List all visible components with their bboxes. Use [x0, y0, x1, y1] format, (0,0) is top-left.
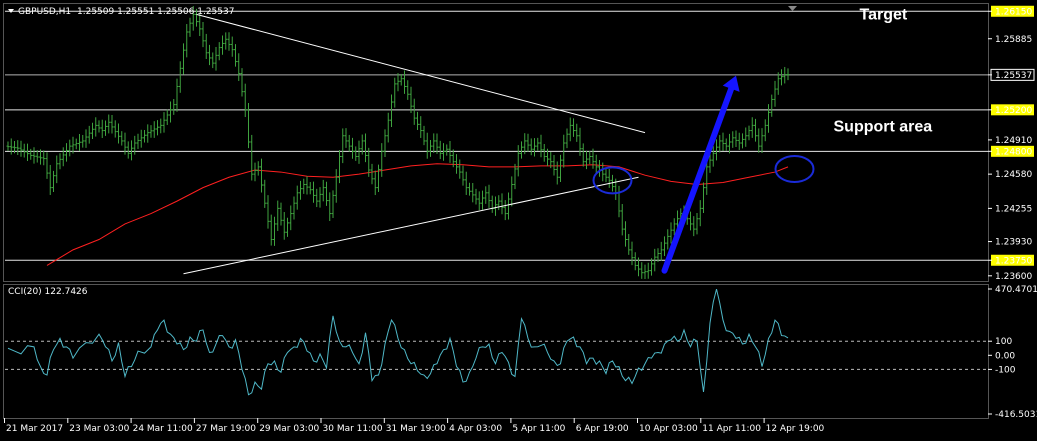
- price-tick-label: 1.24910: [995, 136, 1032, 146]
- cci-tick-label: 100: [995, 337, 1012, 347]
- cci-tick-label: 470.4701: [995, 285, 1037, 295]
- cci-title: CCI(20) 122.7426: [8, 287, 88, 297]
- time-tick-label: 29 Mar 03:00: [259, 424, 319, 434]
- forex-chart[interactable]: Target Support area 1.26150 1.25885 1.25537…: [0, 0, 1037, 441]
- annotation-label[interactable]: Target: [860, 6, 908, 23]
- price-tick-label: 1.24255: [995, 204, 1032, 214]
- time-tick-label: 23 Mar 03:00: [69, 424, 129, 434]
- price-tick-label: 1.23600: [995, 272, 1032, 282]
- price-tick-label: 1.24800: [995, 147, 1032, 157]
- time-tick-label: 12 Apr 19:00: [766, 424, 825, 434]
- annotation-label[interactable]: Support area: [834, 118, 933, 135]
- price-tick-label: 1.25885: [995, 35, 1032, 45]
- time-tick-label: 11 Apr 11:00: [702, 424, 761, 434]
- cci-tick-label: 0.00: [995, 351, 1015, 361]
- ohlc-values: 1.25509 1.25551 1.25506 1.25537: [77, 7, 234, 17]
- time-tick-label: 10 Apr 03:00: [639, 424, 698, 434]
- price-tick-label: 1.26150: [995, 7, 1032, 17]
- time-tick-label: 21 Mar 2017: [6, 424, 63, 434]
- time-tick-label: 6 Apr 19:00: [576, 424, 629, 434]
- price-tick-label: 1.23750: [995, 256, 1032, 266]
- cci-tick-label: -100: [995, 365, 1016, 375]
- price-tick-label: 1.25200: [995, 106, 1032, 116]
- price-tick-label: 1.25537: [995, 71, 1032, 81]
- price-tick-label: 1.23930: [995, 238, 1032, 248]
- price-tick-label: 1.24580: [995, 170, 1032, 180]
- symbol-timeframe: GBPUSD,H1: [18, 7, 71, 17]
- time-tick-label: 5 Apr 11:00: [512, 424, 565, 434]
- time-tick-label: 24 Mar 11:00: [133, 424, 193, 434]
- time-tick-label: 4 Apr 03:00: [449, 424, 502, 434]
- time-tick-label: 31 Mar 19:00: [386, 424, 446, 434]
- cci-tick-label: -416.5031: [995, 410, 1037, 420]
- time-tick-label: 30 Mar 11:00: [323, 424, 383, 434]
- chart-background: [0, 0, 1037, 441]
- time-tick-label: 27 Mar 19:00: [196, 424, 256, 434]
